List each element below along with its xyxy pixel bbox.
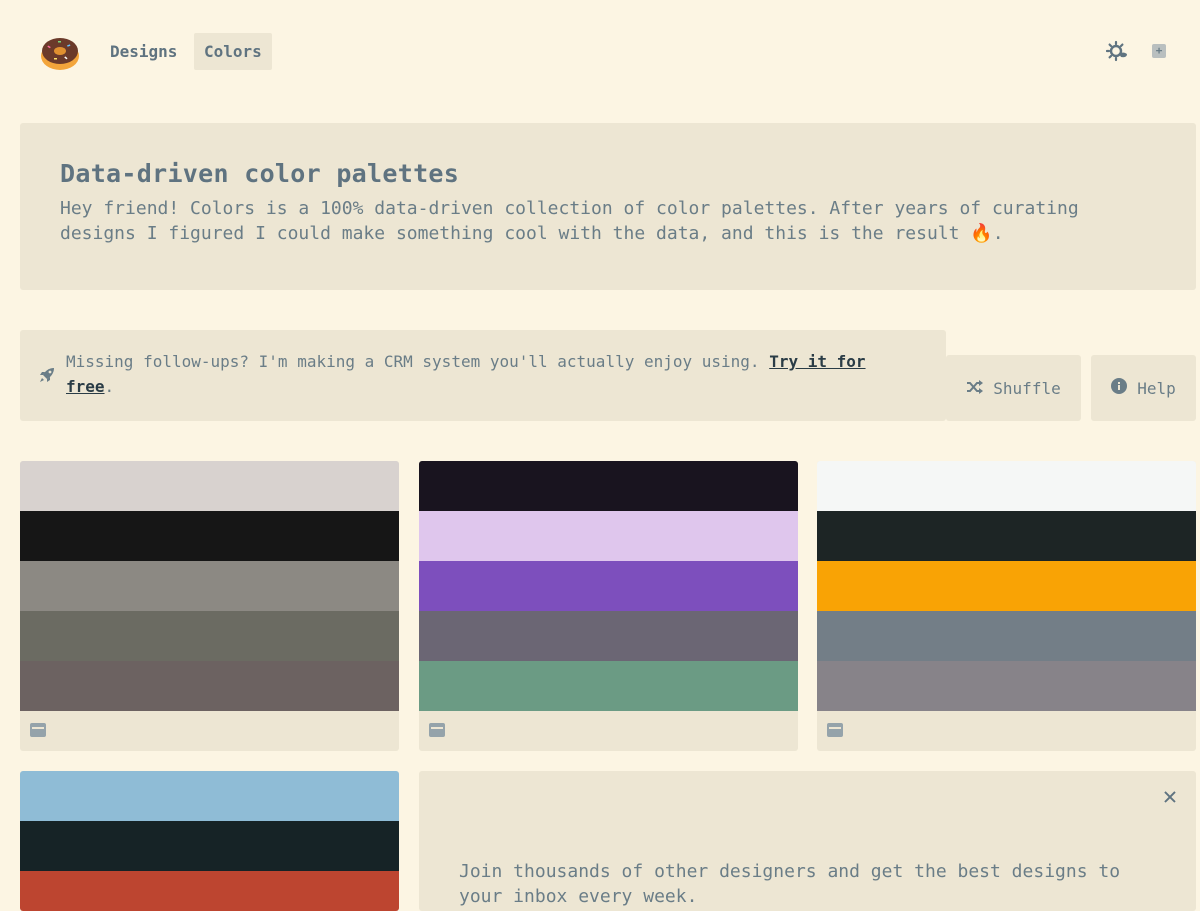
color-swatch[interactable] [20,821,399,871]
palette-card-partial[interactable] [20,771,399,911]
color-swatch[interactable] [817,511,1196,561]
color-swatch[interactable] [20,871,399,911]
rocket-icon [38,366,56,384]
palette-swatches[interactable] [20,771,399,911]
palette-swatches[interactable] [20,461,399,711]
hero-description: Hey friend! Colors is a 100% data-driven… [60,198,1079,244]
promo-banner: Missing follow-ups? I'm making a CRM sys… [20,330,946,421]
color-swatch[interactable] [419,561,798,611]
info-icon [1111,378,1128,398]
palette-card[interactable] [20,461,399,751]
color-swatch[interactable] [20,511,399,561]
help-label: Help [1137,378,1176,398]
promo-suffix: . [104,377,115,396]
shuffle-button[interactable]: Shuffle [946,355,1081,421]
promo-message: Missing follow-ups? I'm making a CRM sys… [66,352,770,371]
browser-window-icon[interactable] [30,722,46,737]
color-swatch[interactable] [419,661,798,711]
plus-icon[interactable]: + [1152,44,1166,58]
newsletter-panel: ✕ Join thousands of other designers and … [419,771,1196,911]
theme-toggle-icon[interactable] [1105,40,1128,62]
color-swatch[interactable] [817,461,1196,511]
color-swatch[interactable] [419,511,798,561]
promo-text: Missing follow-ups? I'm making a CRM sys… [66,349,906,399]
nav-colors-link[interactable]: Colors [194,33,272,70]
page-title: Data-driven color palettes [60,159,460,188]
color-swatch[interactable] [419,611,798,661]
color-swatch[interactable] [20,461,399,511]
color-swatch[interactable] [20,561,399,611]
color-swatch[interactable] [20,661,399,711]
color-swatch[interactable] [817,661,1196,711]
palette-card[interactable] [817,461,1196,751]
color-swatch[interactable] [419,461,798,511]
close-button[interactable]: ✕ [1160,784,1180,808]
top-navigation: Designs Colors + [0,0,1200,100]
browser-window-icon[interactable] [429,722,445,737]
newsletter-text: Join thousands of other designers and ge… [459,861,1121,907]
nav-designs-link[interactable]: Designs [100,33,187,70]
palette-swatches[interactable] [419,461,798,711]
color-swatch[interactable] [20,771,399,821]
color-swatch[interactable] [20,611,399,661]
donut-logo[interactable] [40,32,80,72]
hero-panel: Data-driven color palettes Hey friend! C… [20,123,1196,290]
palette-card[interactable] [419,461,798,751]
help-button[interactable]: Help [1091,355,1196,421]
shuffle-label: Shuffle [993,378,1061,398]
palette-swatches[interactable] [817,461,1196,711]
browser-window-icon[interactable] [827,722,843,737]
shuffle-icon [966,379,984,398]
color-swatch[interactable] [817,561,1196,611]
color-swatch[interactable] [817,611,1196,661]
